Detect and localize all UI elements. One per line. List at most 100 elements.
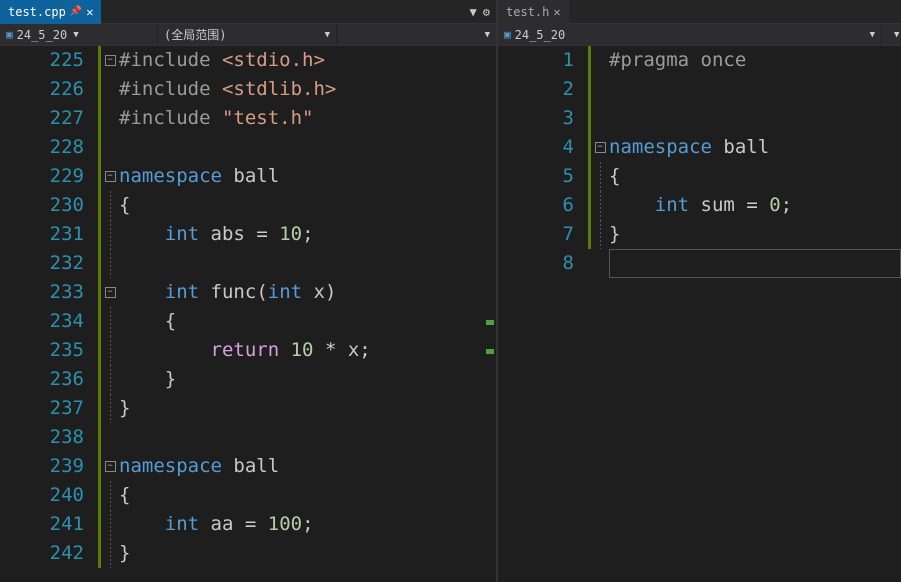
code-line[interactable]: {: [609, 162, 901, 191]
code-line[interactable]: #include <stdio.h>: [119, 46, 496, 75]
code-editor-right[interactable]: 12345678 − #pragma oncenamespace ball{ i…: [498, 46, 901, 582]
code-line[interactable]: {: [119, 191, 496, 220]
code-line[interactable]: }: [119, 539, 496, 568]
code-line[interactable]: int func(int x): [119, 278, 496, 307]
fold-toggle-icon[interactable]: −: [595, 142, 606, 153]
tab-bar-right: test.h ✕: [498, 0, 901, 24]
editor-pane-right: test.h ✕ ▣ 24_5_20 ▼ ▼ 12345678 − #pragm…: [498, 0, 901, 582]
line-number: 240: [0, 481, 84, 510]
fold-cell: [101, 133, 119, 162]
code-line[interactable]: }: [119, 365, 496, 394]
code-line[interactable]: int aa = 100;: [119, 510, 496, 539]
code-line[interactable]: namespace ball: [119, 162, 496, 191]
fold-cell: −: [101, 162, 119, 191]
fold-cell: [591, 220, 609, 249]
close-icon[interactable]: ✕: [553, 5, 560, 19]
line-number: 225: [0, 46, 84, 75]
marker-icon: [486, 320, 494, 325]
code-line[interactable]: [119, 423, 496, 452]
ide-root: test.cpp 📌 ✕ ▼ ⚙ ▣ 24_5_20 ▼ (全局范围) ▼ ▼: [0, 0, 901, 582]
line-number: 242: [0, 539, 84, 568]
overview-ruler: [486, 46, 494, 582]
pin-icon[interactable]: 📌: [70, 6, 82, 17]
chevron-down-icon: ▼: [73, 30, 78, 40]
fold-cell: [591, 104, 609, 133]
fold-column: − − − −: [101, 46, 119, 582]
fold-cell: [591, 46, 609, 75]
line-number: 4: [498, 133, 574, 162]
chevron-down-icon: ▼: [870, 30, 875, 40]
fold-cell: [591, 191, 609, 220]
tab-test-h[interactable]: test.h ✕: [498, 0, 569, 24]
line-number: 230: [0, 191, 84, 220]
code-line[interactable]: [119, 133, 496, 162]
code-content[interactable]: #pragma once namespace ball{ int sum = 0;…: [609, 46, 901, 582]
line-number: 239: [0, 452, 84, 481]
line-number: 8: [498, 249, 574, 278]
fold-cell: [101, 336, 119, 365]
tab-dropdown-icon[interactable]: ▼: [470, 5, 477, 19]
tab-label: test.cpp: [8, 5, 66, 19]
code-editor-left[interactable]: 2252262272282292302312322332342352362372…: [0, 46, 496, 582]
fold-toggle-icon[interactable]: −: [105, 171, 116, 182]
fold-cell: [101, 423, 119, 452]
nav-scope-label: (全局范围): [164, 26, 226, 43]
fold-cell: −: [591, 133, 609, 162]
fold-cell: [591, 75, 609, 104]
line-number: 229: [0, 162, 84, 191]
fold-cell: −: [101, 452, 119, 481]
chevron-down-icon: ▼: [325, 30, 330, 40]
fold-toggle-icon[interactable]: −: [105, 55, 116, 66]
code-line[interactable]: {: [119, 307, 496, 336]
line-number: 236: [0, 365, 84, 394]
code-line[interactable]: }: [119, 394, 496, 423]
nav-project-label: 24_5_20: [515, 28, 566, 42]
code-line[interactable]: [609, 104, 901, 133]
fold-cell: [101, 220, 119, 249]
nav-project-combo[interactable]: ▣ 24_5_20 ▼: [498, 24, 881, 45]
nav-scope-combo[interactable]: (全局范围) ▼: [158, 24, 336, 45]
line-number: 5: [498, 162, 574, 191]
code-line[interactable]: namespace ball: [609, 133, 901, 162]
fold-cell: −: [101, 46, 119, 75]
code-line[interactable]: int sum = 0;: [609, 191, 901, 220]
nav-project-label: 24_5_20: [17, 28, 68, 42]
code-line[interactable]: namespace ball: [119, 452, 496, 481]
tab-label: test.h: [506, 5, 549, 19]
fold-cell: [101, 365, 119, 394]
nav-member-combo[interactable]: ▼: [336, 24, 496, 45]
line-number: 3: [498, 104, 574, 133]
fold-cell: [101, 481, 119, 510]
code-line[interactable]: #include "test.h": [119, 104, 496, 133]
code-content[interactable]: #include <stdio.h>#include <stdlib.h>#in…: [119, 46, 496, 582]
line-number: 234: [0, 307, 84, 336]
fold-cell: [101, 539, 119, 568]
tab-bar-controls: ▼ ⚙: [470, 5, 496, 19]
tab-bar-left: test.cpp 📌 ✕ ▼ ⚙: [0, 0, 496, 24]
nav-member-combo[interactable]: ▼: [881, 24, 901, 45]
fold-cell: [101, 249, 119, 278]
nav-bar-left: ▣ 24_5_20 ▼ (全局范围) ▼ ▼: [0, 24, 496, 46]
code-line[interactable]: [609, 75, 901, 104]
fold-cell: [591, 249, 609, 278]
code-line[interactable]: #pragma once: [609, 46, 901, 75]
fold-cell: −: [101, 278, 119, 307]
fold-toggle-icon[interactable]: −: [105, 461, 116, 472]
code-line[interactable]: {: [119, 481, 496, 510]
code-line[interactable]: [119, 249, 496, 278]
code-line[interactable]: }: [609, 220, 901, 249]
fold-toggle-icon[interactable]: −: [105, 287, 116, 298]
line-number: 231: [0, 220, 84, 249]
code-line[interactable]: #include <stdlib.h>: [119, 75, 496, 104]
line-number: 233: [0, 278, 84, 307]
gear-icon[interactable]: ⚙: [483, 5, 490, 19]
code-line[interactable]: [609, 249, 901, 278]
nav-project-combo[interactable]: ▣ 24_5_20 ▼: [0, 24, 158, 45]
editor-pane-left: test.cpp 📌 ✕ ▼ ⚙ ▣ 24_5_20 ▼ (全局范围) ▼ ▼: [0, 0, 498, 582]
code-line[interactable]: return 10 * x;: [119, 336, 496, 365]
code-line[interactable]: int abs = 10;: [119, 220, 496, 249]
chevron-down-icon: ▼: [894, 30, 899, 40]
tab-test-cpp[interactable]: test.cpp 📌 ✕: [0, 0, 101, 24]
chevron-down-icon: ▼: [485, 30, 490, 40]
close-icon[interactable]: ✕: [86, 5, 93, 19]
